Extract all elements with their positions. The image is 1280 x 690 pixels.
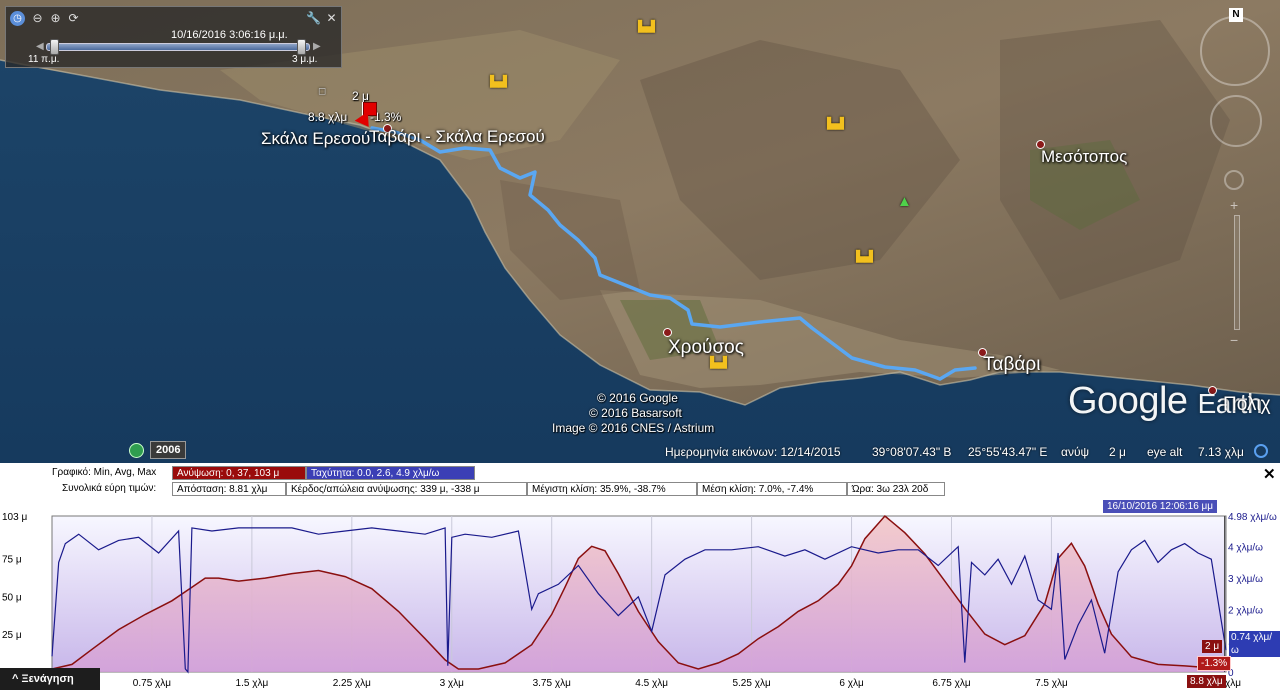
- slider-end-handle[interactable]: [297, 39, 306, 55]
- x-tick-label: 4.5 χλμ: [635, 678, 668, 689]
- credit-google: © 2016 Google: [597, 391, 678, 405]
- distance-chip: Απόσταση: 8.81 χλμ: [172, 482, 286, 496]
- photo-icon[interactable]: ◻: [318, 86, 326, 97]
- slider-end-label: 3 μ.μ.: [292, 54, 318, 65]
- place-label-tavari[interactable]: Ταβάρι: [983, 354, 1040, 376]
- logo-google: Google: [1068, 380, 1188, 422]
- google-earth-window: ▙▟ ▙▟ ▙▟ ▙▟ ▙▟ ▲ ◻ Σκάλα Ερεσού Ταβάρι -…: [0, 0, 1280, 690]
- move-ring[interactable]: [1210, 95, 1262, 147]
- cursor-slope-label: -1.3%: [1197, 656, 1232, 671]
- elevation-stats-chip[interactable]: Ανύψωση: 0, 37, 103 μ: [172, 466, 306, 480]
- x-tick-label: 3.75 χλμ: [533, 678, 571, 689]
- cursor-speed-label: 0.74 χλμ/ω: [1229, 631, 1280, 657]
- clock-icon[interactable]: ◷: [10, 11, 25, 26]
- cursor-time-flag: 16/10/2016 12:06:16 μμ: [1103, 500, 1218, 513]
- streaming-icon: [1254, 444, 1268, 458]
- x-tick-label: 2.25 χλμ: [333, 678, 371, 689]
- museum-icon[interactable]: ▙▟: [827, 117, 844, 130]
- time-chip: Ώρα: 3ω 23λ 20δ: [847, 482, 945, 496]
- zoom-slider[interactable]: [1234, 215, 1240, 330]
- status-bar: Ημερομηνία εικόνων: 12/14/2015 39°08'07.…: [0, 441, 1280, 463]
- cursor-elevation-label: 2 μ: [1202, 640, 1223, 653]
- graph-stats-row: Γραφικό: Min, Avg, Max Ανύψωση: 0, 37, 1…: [0, 466, 1280, 481]
- place-label-mesotopos[interactable]: Μεσότοπος: [1041, 147, 1127, 167]
- eye-alt-label: eye alt: [1147, 445, 1183, 459]
- tour-label: Ξενάγηση: [21, 673, 74, 685]
- max-slope-chip: Μέγιστη κλίση: 35.9%, -38.7%: [527, 482, 697, 496]
- map-view[interactable]: ▙▟ ▙▟ ▙▟ ▙▟ ▙▟ ▲ ◻ Σκάλα Ερεσού Ταβάρι -…: [0, 0, 1280, 463]
- slider-date: 10/16/2016 3:06:16 μ.μ.: [171, 29, 288, 41]
- close-icon[interactable]: ✕: [324, 11, 339, 26]
- x-tick-label: 6.75 χλμ: [932, 678, 970, 689]
- elevation-profile-panel: ✕ Γραφικό: Min, Avg, Max Ανύψωση: 0, 37,…: [0, 463, 1280, 690]
- marker-distance: 8.8 χλμ: [308, 110, 348, 124]
- range-label: Συνολικά εύρη τιμών:: [62, 483, 157, 494]
- x-tick-label: 6 χλμ: [839, 678, 864, 689]
- y2-tick-label: 4.98 χλμ/ω: [1228, 513, 1277, 523]
- y-tick-label: 75 μ: [2, 554, 22, 565]
- place-label-chrousos[interactable]: Χρούσος: [668, 337, 744, 359]
- range-stats-row: Συνολικά εύρη τιμών: Απόσταση: 8.81 χλμ …: [0, 482, 1280, 497]
- zoom-out-icon[interactable]: −: [1230, 332, 1238, 348]
- slider-start-handle[interactable]: [50, 39, 59, 55]
- look-ring[interactable]: [1200, 16, 1270, 86]
- credit-basarsoft: © 2016 Basarsoft: [589, 406, 682, 420]
- elevation-profile-chart[interactable]: 103 μ75 μ50 μ25 μ0 μ4.98 χλμ/ω4 χλμ/ω3 χ…: [0, 513, 1280, 690]
- x-tick-label: 1.5 χλμ: [236, 678, 269, 689]
- y-tick-label: 103 μ: [2, 513, 27, 523]
- time-slider: ◷ ⊖ ⊕ ⟳ 🔧 ✕ 10/16/2016 3:06:16 μ.μ. ◀ ▶ …: [5, 6, 342, 68]
- eye-alt-value: 7.13 χλμ: [1198, 445, 1244, 459]
- elevation-value: 2 μ: [1109, 445, 1126, 459]
- x-tick-label: 7.5 χλμ: [1035, 678, 1068, 689]
- y-tick-label: 25 μ: [2, 630, 22, 641]
- place-dot-chrousos[interactable]: [663, 328, 672, 337]
- elevation-label: ανύψ: [1061, 445, 1090, 459]
- y-tick-label: 50 μ: [2, 592, 22, 603]
- imagery-date: Ημερομηνία εικόνων: 12/14/2015: [665, 445, 841, 459]
- place-label-polichnitos[interactable]: Πολιχ: [1223, 394, 1271, 416]
- museum-icon[interactable]: ▙▟: [856, 250, 873, 263]
- north-icon[interactable]: N: [1229, 8, 1243, 22]
- slider-start-label: 11 π.μ.: [28, 54, 60, 65]
- y2-tick-label: 2 χλμ/ω: [1228, 605, 1263, 616]
- place-label-skala-eresou[interactable]: Σκάλα Ερεσού: [261, 129, 370, 149]
- wrench-icon[interactable]: 🔧: [306, 11, 321, 26]
- gain-loss-chip: Κέρδος/απώλεια ανύψωσης: 339 μ, -338 μ: [286, 482, 527, 496]
- track-label[interactable]: Ταβάρι - Σκάλα Ερεσού: [369, 127, 545, 147]
- slider-track[interactable]: [46, 43, 310, 51]
- step-forward-icon[interactable]: ▶: [313, 41, 321, 52]
- avg-slope-chip: Μέση κλίση: 7.0%, -7.4%: [697, 482, 847, 496]
- tree-icon[interactable]: ▲: [897, 193, 912, 210]
- y2-tick-label: 3 χλμ/ω: [1228, 574, 1263, 585]
- zoom-in-icon[interactable]: +: [1230, 197, 1238, 213]
- marker-elevation: 2 μ: [352, 89, 369, 103]
- step-back-icon[interactable]: ◀: [36, 41, 44, 52]
- zoom-in-time-icon[interactable]: ⊕: [48, 11, 63, 26]
- latitude: 39°08'07.43" Β: [872, 445, 952, 459]
- street-view-icon[interactable]: [1224, 170, 1244, 190]
- x-tick-label: 0.75 χλμ: [133, 678, 171, 689]
- credit-imagery: Image © 2016 CNES / Astrium: [552, 421, 715, 435]
- tour-toggle-button[interactable]: ^ Ξενάγηση: [0, 668, 100, 690]
- longitude: 25°55'43.47" Ε: [968, 445, 1048, 459]
- cursor-distance-label: 8.8 χλμ: [1187, 675, 1226, 688]
- x-tick-label: 3 χλμ: [440, 678, 465, 689]
- zoom-out-time-icon[interactable]: ⊖: [30, 11, 45, 26]
- x-tick-label: 5.25 χλμ: [732, 678, 770, 689]
- museum-icon[interactable]: ▙▟: [638, 20, 655, 33]
- speed-stats-chip[interactable]: Ταχύτητα: 0.0, 2.6, 4.9 χλμ/ω: [306, 466, 475, 480]
- museum-icon[interactable]: ▙▟: [490, 75, 507, 88]
- play-icon[interactable]: ⟳: [66, 11, 81, 26]
- graph-label: Γραφικό: Min, Avg, Max: [52, 467, 157, 478]
- y2-tick-label: 4 χλμ/ω: [1228, 543, 1263, 554]
